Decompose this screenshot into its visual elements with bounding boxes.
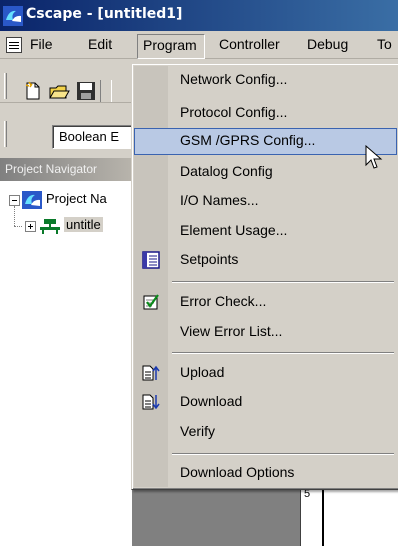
menu-tools[interactable]: To — [377, 36, 392, 56]
tree-connector — [14, 226, 22, 227]
window-title: Cscape - [untitled1] — [26, 6, 183, 22]
menu-file[interactable]: File — [30, 36, 53, 56]
tree-expander-project[interactable] — [9, 195, 20, 206]
upload-icon — [142, 365, 160, 381]
menu-item-element-usage[interactable]: Element Usage... — [134, 218, 397, 245]
menu-item-label: View Error List... — [180, 323, 283, 339]
toolbar-grip-2[interactable] — [4, 121, 7, 147]
menu-item-label: I/O Names... — [180, 192, 259, 208]
menu-item-label: Error Check... — [180, 293, 267, 309]
program-menu: Network Config... Protocol Config... GSM… — [131, 63, 398, 490]
menu-item-download[interactable]: Download — [134, 389, 397, 416]
tree-expander-program[interactable] — [25, 221, 36, 232]
toolbar-separator — [100, 80, 112, 102]
project-navigator: Project Navigator Project Na untitle — [0, 158, 132, 546]
menu-edit[interactable]: Edit — [88, 36, 112, 56]
menu-bar: File Edit Program Controller Debug To — [0, 31, 398, 59]
menu-controller[interactable]: Controller — [219, 36, 280, 56]
tree-item-label: untitle — [64, 217, 103, 232]
tree-connector — [14, 206, 15, 226]
save-icon[interactable] — [75, 80, 97, 102]
menu-item-datalog-config[interactable]: Datalog Config — [134, 159, 397, 186]
mouse-pointer-icon — [365, 145, 383, 169]
toolbar-grip[interactable] — [4, 73, 7, 99]
menu-item-verify[interactable]: Verify — [134, 419, 397, 446]
menu-separator — [172, 352, 394, 354]
error-check-icon — [143, 294, 159, 310]
menu-item-label: Upload — [180, 364, 225, 380]
menu-item-error-check[interactable]: Error Check... — [134, 289, 397, 316]
menu-debug[interactable]: Debug — [307, 36, 348, 56]
menu-item-io-names[interactable]: I/O Names... — [134, 188, 397, 215]
mode-combo[interactable]: Boolean E — [52, 125, 136, 149]
menu-item-gsm-gprs-config[interactable]: GSM /GPRS Config... — [134, 128, 397, 155]
menu-item-protocol-config[interactable]: Protocol Config... — [134, 100, 397, 127]
setpoints-icon — [142, 251, 160, 269]
cscape-app-icon[interactable] — [3, 6, 23, 26]
menu-item-label: Element Usage... — [180, 222, 288, 238]
menu-item-label: Network Config... — [180, 71, 288, 87]
project-icon — [22, 191, 42, 209]
new-file-icon[interactable] — [22, 80, 44, 102]
menu-item-network-config[interactable]: Network Config... — [134, 67, 397, 94]
menu-separator — [172, 281, 394, 283]
tree-item-label: Project Na — [46, 191, 107, 206]
menu-item-label: Datalog Config — [180, 163, 273, 179]
menu-item-label: GSM /GPRS Config... — [180, 132, 316, 148]
title-bar: Cscape - [untitled1] — [0, 0, 398, 31]
menu-item-download-options[interactable]: Download Options — [134, 460, 397, 487]
menu-item-label: Verify — [180, 423, 216, 439]
menu-item-setpoints[interactable]: Setpoints — [134, 247, 397, 274]
menu-separator — [172, 453, 394, 455]
menu-item-label: Setpoints — [180, 251, 239, 267]
open-folder-icon[interactable] — [48, 80, 70, 102]
menu-item-view-error-list[interactable]: View Error List... — [134, 319, 397, 346]
menu-item-label: Download — [180, 393, 243, 409]
navigator-header: Project Navigator — [0, 158, 132, 181]
menu-program[interactable]: Program — [137, 34, 205, 59]
document-system-menu-icon[interactable] — [6, 37, 22, 53]
menu-item-upload[interactable]: Upload — [134, 360, 397, 387]
program-icon — [40, 219, 60, 234]
download-icon — [142, 394, 160, 410]
menu-item-label: Protocol Config... — [180, 104, 288, 120]
menu-item-label: Download Options — [180, 464, 295, 480]
